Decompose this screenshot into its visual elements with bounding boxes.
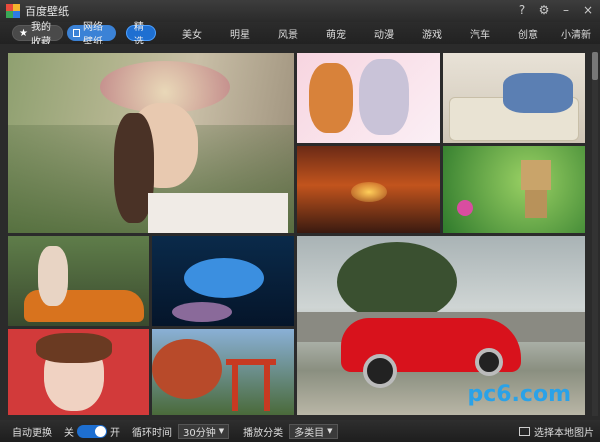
- anime-figure: [309, 63, 353, 133]
- chevron-down-icon: ▼: [218, 427, 225, 435]
- category-tabs: 美女 明星 风景 萌宠 动漫 游戏 汽车 创意 小清新: [168, 26, 600, 41]
- network-wallpaper-button[interactable]: 网络壁纸: [66, 22, 116, 48]
- dress-shape: [148, 193, 288, 233]
- tab-category[interactable]: 萌宠: [312, 26, 360, 41]
- wheel-shape: [363, 354, 397, 388]
- person-shape: [503, 73, 573, 113]
- torii-gate: [232, 365, 238, 411]
- auto-change-label: 自动更换: [12, 427, 52, 439]
- settings-icon[interactable]: ⚙: [536, 2, 552, 18]
- cycle-time-label: 循环时间: [132, 427, 172, 439]
- picture-icon: [519, 426, 530, 436]
- wallpaper-thumbnail[interactable]: [8, 53, 294, 233]
- app-logo-icon: [6, 4, 20, 18]
- toolbar: ★ 我的收藏 网络壁纸 精选 美女 明星 风景 萌宠 动漫 游戏 汽车 创意 小…: [0, 22, 600, 48]
- tab-category[interactable]: 小清新: [552, 26, 600, 41]
- tree-shape: [152, 339, 222, 399]
- person-shape: [38, 246, 68, 306]
- wallpaper-thumbnail[interactable]: [443, 146, 585, 233]
- tab-category[interactable]: 动漫: [360, 26, 408, 41]
- help-icon[interactable]: ?: [514, 2, 530, 18]
- star-icon: ★: [19, 27, 28, 39]
- fish-shape: [184, 258, 264, 298]
- wallpaper-thumbnail[interactable]: [152, 329, 294, 415]
- auto-change-toggle[interactable]: [77, 424, 107, 438]
- play-category-value: 多类目: [294, 427, 325, 439]
- wallpaper-thumbnail[interactable]: pc6.com: [297, 236, 585, 415]
- wallpaper-thumbnail[interactable]: [443, 53, 585, 143]
- box-robot-body: [525, 190, 547, 218]
- minimize-icon[interactable]: –: [558, 2, 574, 18]
- watermark: pc6.com: [467, 382, 571, 407]
- app-title: 百度壁纸: [25, 5, 69, 18]
- anime-figure: [359, 59, 409, 135]
- cycle-time-value: 30分钟: [183, 427, 216, 439]
- favorites-button[interactable]: ★ 我的收藏: [12, 22, 63, 48]
- hair-shape: [36, 333, 112, 363]
- wallpaper-thumbnail[interactable]: [8, 236, 149, 326]
- cycle-time-dropdown[interactable]: 30分钟 ▼: [178, 423, 230, 439]
- tab-category[interactable]: 创意: [504, 26, 552, 41]
- tab-selected[interactable]: 精选: [125, 22, 156, 48]
- on-label: 开: [110, 427, 120, 439]
- wallpaper-thumbnail[interactable]: [297, 53, 440, 143]
- tab-category[interactable]: 明星: [216, 26, 264, 41]
- scrollbar-track[interactable]: [592, 52, 598, 416]
- play-category-label: 播放分类: [243, 427, 284, 439]
- pink-flower: [457, 200, 473, 216]
- status-bar: 自动更换 关 开 循环时间 30分钟 ▼ 播放分类 多类目 ▼ 选择本地图片: [0, 420, 600, 442]
- tab-category[interactable]: 汽车: [456, 26, 504, 41]
- wallpaper-thumbnail[interactable]: [8, 329, 149, 415]
- select-local-image-button[interactable]: 选择本地图片: [519, 423, 594, 439]
- chevron-down-icon: ▼: [327, 427, 333, 435]
- tab-category[interactable]: 风景: [264, 26, 312, 41]
- close-icon[interactable]: ×: [580, 2, 596, 18]
- wheel-shape: [475, 348, 503, 376]
- torii-gate: [264, 365, 270, 411]
- box-robot: [521, 160, 551, 190]
- sun-glow: [351, 182, 387, 202]
- play-category-dropdown[interactable]: 多类目 ▼: [289, 423, 338, 439]
- off-label: 关: [64, 427, 74, 439]
- picture-icon: [72, 29, 80, 37]
- tree-shape: [337, 242, 457, 322]
- coral-shape: [172, 302, 232, 322]
- tab-category[interactable]: 游戏: [408, 26, 456, 41]
- tab-category[interactable]: 美女: [168, 26, 216, 41]
- wallpaper-thumbnail[interactable]: [297, 146, 440, 233]
- scrollbar-thumb[interactable]: [592, 52, 598, 80]
- select-local-image-label: 选择本地图片: [534, 427, 594, 439]
- wallpaper-thumbnail[interactable]: [152, 236, 294, 326]
